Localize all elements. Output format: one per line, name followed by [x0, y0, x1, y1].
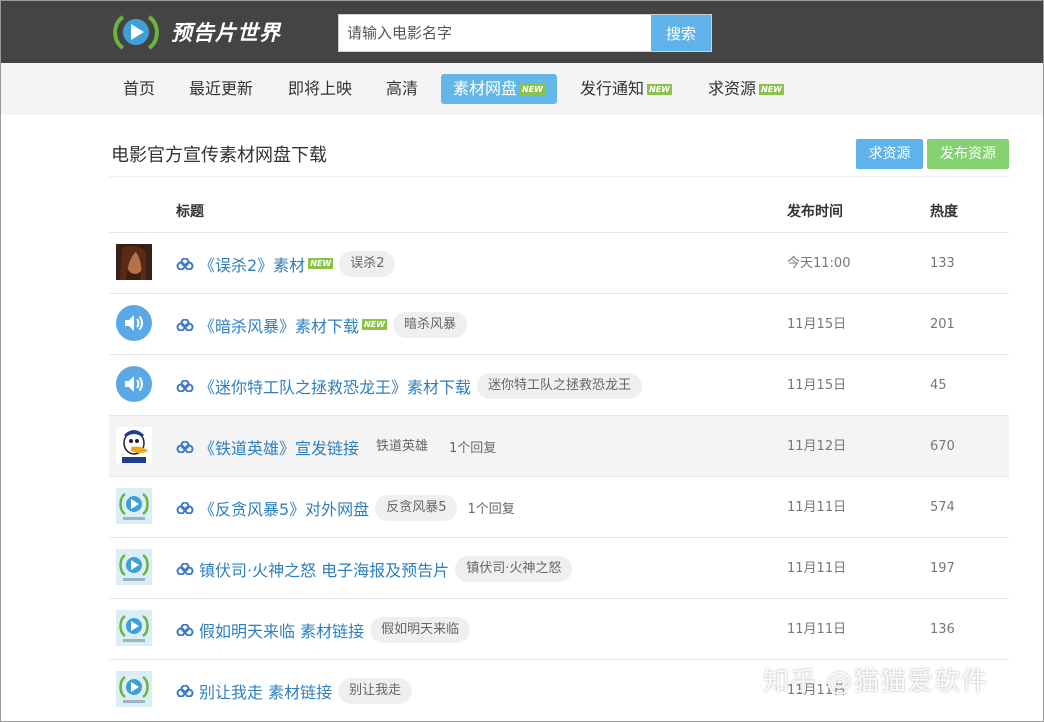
- nav-item-coming-soon[interactable]: 即将上映: [276, 74, 364, 104]
- new-badge: NEW: [520, 84, 546, 95]
- movie-tag[interactable]: 假如明天来临: [370, 616, 471, 643]
- site-name: 预告片世界: [171, 21, 281, 45]
- nav-item-release-notice[interactable]: 发行通知 NEW: [568, 74, 684, 104]
- table-row[interactable]: 《铁道英雄》宣发链接 铁道英雄 1个回复 11月12日 670: [109, 415, 1009, 476]
- row-date: 11月11日: [787, 622, 847, 637]
- publish-resource-button[interactable]: 发布资源: [927, 139, 1009, 169]
- table-row[interactable]: 《误杀2》素材 NEW 误杀2 今天11:00 133: [109, 232, 1009, 293]
- baidu-cloud-icon: [176, 685, 194, 697]
- movie-tag[interactable]: 镇伏司·火神之怒: [455, 555, 573, 582]
- nav-item-hd[interactable]: 高清: [374, 74, 430, 104]
- nav-item-material-disk[interactable]: 素材网盘 NEW: [441, 74, 558, 104]
- logo-thumb[interactable]: [116, 671, 152, 707]
- row-date: 11月15日: [787, 317, 847, 332]
- speaker-icon[interactable]: [116, 366, 152, 402]
- baidu-cloud-icon: [176, 258, 194, 270]
- baidu-cloud-icon: [176, 563, 194, 575]
- row-heat: 197: [930, 561, 955, 576]
- table-row[interactable]: 《暗杀风暴》素材下载 NEW 暗杀风暴 11月15日 201: [109, 293, 1009, 354]
- row-title-link[interactable]: 《误杀2》素材: [199, 252, 305, 276]
- row-title-link[interactable]: 《迷你特工队之拯救恐龙王》素材下载: [199, 374, 471, 398]
- speaker-icon[interactable]: [116, 305, 152, 341]
- row-title-link[interactable]: 《暗杀风暴》素材下载: [199, 313, 359, 337]
- row-heat: 136: [930, 622, 955, 637]
- row-heat: 45: [930, 378, 947, 393]
- reply-count: 1个回复: [449, 441, 497, 456]
- row-title-link[interactable]: 镇伏司·火神之怒 电子海报及预告片: [199, 557, 449, 581]
- new-badge: NEW: [759, 84, 785, 95]
- row-title-link[interactable]: 别让我走 素材链接: [199, 679, 332, 703]
- logo-thumb[interactable]: [116, 549, 152, 585]
- table-row[interactable]: 镇伏司·火神之怒 电子海报及预告片 镇伏司·火神之怒 11月11日 197: [109, 537, 1009, 598]
- portrait-thumb[interactable]: [116, 244, 152, 280]
- logo-thumb[interactable]: [116, 610, 152, 646]
- row-title-link[interactable]: 假如明天来临 素材链接: [199, 618, 364, 642]
- baidu-cloud-icon: [176, 624, 194, 636]
- row-date: 11月11日: [787, 500, 847, 515]
- row-heat: 201: [930, 317, 955, 332]
- top-header: 预告片世界 搜索: [1, 1, 1043, 63]
- column-header-heat: 热度: [930, 204, 958, 220]
- row-date: 11月12日: [787, 439, 847, 454]
- logo-play-icon: [109, 11, 163, 53]
- movie-tag[interactable]: 反贪风暴5: [375, 494, 458, 521]
- table-row[interactable]: 《反贪风暴5》对外网盘 反贪风暴5 1个回复 11月11日 574: [109, 476, 1009, 537]
- row-heat: 133: [930, 256, 955, 271]
- column-header-date: 发布时间: [787, 204, 843, 220]
- row-date: 11月15日: [787, 378, 847, 393]
- nav-item-request-resource[interactable]: 求资源 NEW: [696, 74, 796, 104]
- baidu-cloud-icon: [176, 380, 194, 392]
- table-row[interactable]: 假如明天来临 素材链接 假如明天来临 11月11日 136: [109, 598, 1009, 659]
- row-date: 11月11日: [787, 561, 847, 576]
- row-heat: 670: [930, 439, 955, 454]
- reply-count: 1个回复: [467, 502, 515, 517]
- baidu-cloud-icon: [176, 502, 194, 514]
- watermark: 知乎 @猫猫爱软件: [763, 667, 989, 697]
- main-nav: 首页 最近更新 即将上映 高清 素材网盘 NEW 发行通知 NEW 求资源 NEW: [1, 63, 1043, 115]
- table-row[interactable]: 《迷你特工队之拯救恐龙王》素材下载 迷你特工队之拯救恐龙王 11月15日 45: [109, 354, 1009, 415]
- logo-thumb[interactable]: [116, 488, 152, 524]
- search-button[interactable]: 搜索: [651, 15, 711, 51]
- new-badge: NEW: [647, 84, 673, 95]
- nav-item-recent[interactable]: 最近更新: [177, 74, 265, 104]
- search-box: 搜索: [338, 14, 712, 52]
- divider: [109, 176, 1009, 177]
- movie-tag[interactable]: 铁道英雄: [365, 434, 439, 460]
- movie-tag[interactable]: 别让我走: [338, 677, 413, 704]
- baidu-cloud-icon: [176, 319, 194, 331]
- row-date: 今天11:00: [787, 256, 851, 271]
- baidu-cloud-icon: [176, 441, 194, 453]
- row-title-link[interactable]: 《铁道英雄》宣发链接: [199, 435, 359, 459]
- movie-tag[interactable]: 迷你特工队之拯救恐龙王: [477, 372, 643, 399]
- column-header-title: 标题: [176, 204, 204, 220]
- row-heat: 574: [930, 500, 955, 515]
- site-logo[interactable]: 预告片世界: [109, 11, 289, 53]
- new-badge: NEW: [362, 319, 388, 330]
- duck-thumb[interactable]: [116, 427, 152, 463]
- row-title-link[interactable]: 《反贪风暴5》对外网盘: [199, 496, 369, 520]
- request-resource-button[interactable]: 求资源: [856, 139, 923, 169]
- nav-item-home[interactable]: 首页: [111, 74, 167, 104]
- page-title: 电影官方宣传素材网盘下载: [111, 145, 327, 166]
- new-badge: NEW: [308, 258, 334, 269]
- movie-tag[interactable]: 暗杀风暴: [393, 311, 468, 338]
- movie-tag[interactable]: 误杀2: [339, 250, 396, 277]
- search-input[interactable]: [339, 15, 651, 51]
